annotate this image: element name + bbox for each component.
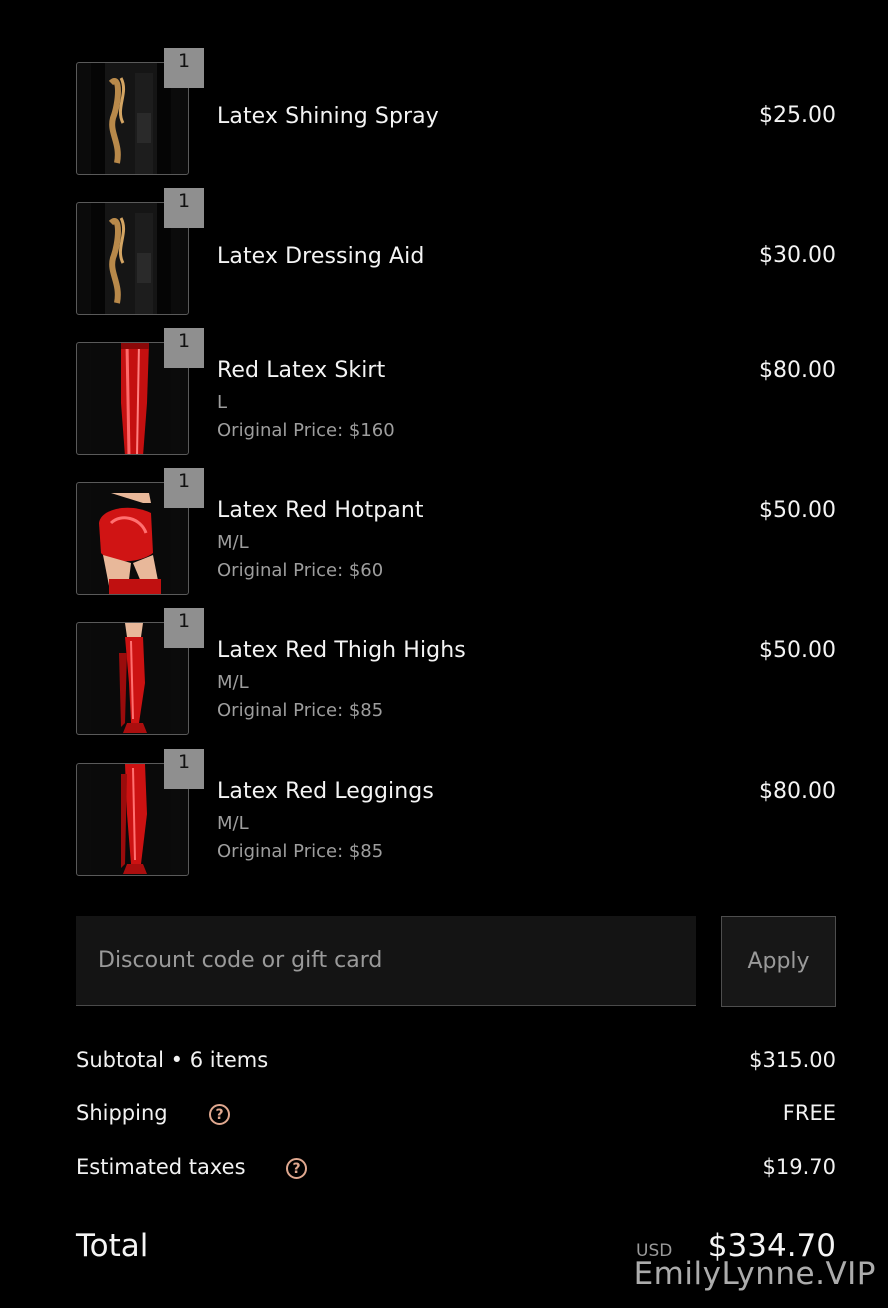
cart-item: 1 Latex Shining Spray $25.00 [76,48,836,175]
item-price: $25.00 [759,103,836,128]
total-label: Total [76,1228,149,1264]
quantity-badge: 1 [164,608,204,648]
item-name: Latex Shining Spray [217,104,439,129]
red-skirt-image [91,343,171,454]
item-name: Latex Red Leggings [217,779,434,804]
item-price: $80.00 [759,779,836,804]
item-price: $30.00 [759,243,836,268]
shipping-help-icon[interactable]: ? [209,1104,230,1125]
subtotal-value: $315.00 [749,1048,836,1072]
discount-code-input[interactable] [76,916,696,1006]
item-price: $50.00 [759,638,836,663]
subtotal-label: Subtotal • 6 items [76,1048,269,1072]
quantity-badge: 1 [164,188,204,228]
item-original-price: Original Price: $160 [217,420,395,441]
cart-item: 1 Red Latex Skirt L Original Price: $160… [76,328,836,455]
quantity-badge: 1 [164,749,204,789]
shipping-value: FREE [782,1101,836,1125]
watermark: EmilyLynne.VIP [633,1256,876,1292]
item-name: Latex Red Hotpant [217,498,424,523]
red-thigh-highs-image [91,623,171,734]
cart-item: 1 Latex Red Thigh Highs M/L Original Pri… [76,608,836,735]
item-variant: M/L [217,813,249,834]
item-original-price: Original Price: $60 [217,560,384,581]
quantity-badge: 1 [164,328,204,368]
shipping-label: Shipping [76,1101,168,1125]
cart-item: 1 Latex Red Leggings M/L Original Price:… [76,749,836,876]
item-variant: M/L [217,532,249,553]
cart-item: 1 Latex Dressing Aid $30.00 [76,188,836,315]
item-name: Red Latex Skirt [217,358,386,383]
quantity-badge: 1 [164,468,204,508]
taxes-help-icon[interactable]: ? [286,1158,307,1179]
taxes-value: $19.70 [762,1155,836,1179]
spray-bottle-image [91,63,171,174]
red-hotpant-image [91,483,171,594]
cart-item: 1 Latex Red Hotpant M/L Original Price: … [76,468,836,595]
item-original-price: Original Price: $85 [217,700,384,721]
item-name: Latex Red Thigh Highs [217,638,466,663]
item-price: $80.00 [759,358,836,383]
taxes-label: Estimated taxes [76,1155,246,1179]
item-price: $50.00 [759,498,836,523]
item-variant: M/L [217,672,249,693]
item-name: Latex Dressing Aid [217,244,425,269]
apply-button[interactable]: Apply [721,916,836,1007]
red-leggings-image [91,764,171,875]
item-variant: L [217,392,228,413]
item-original-price: Original Price: $85 [217,841,384,862]
quantity-badge: 1 [164,48,204,88]
spray-bottle-image [91,203,171,314]
